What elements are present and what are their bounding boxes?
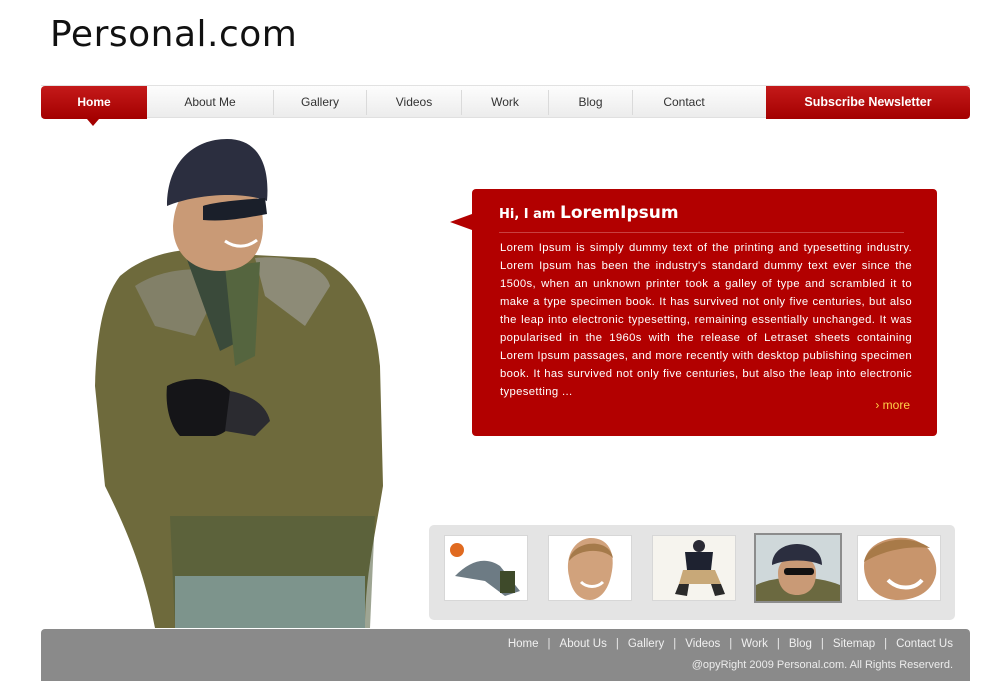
footer-separator: | — [776, 638, 780, 650]
man-in-hat-thumbnail-image — [756, 535, 840, 601]
subscribe-newsletter-button[interactable]: Subscribe Newsletter — [766, 86, 970, 119]
footer-link-sitemap[interactable]: Sitemap — [833, 638, 875, 650]
intro-greeting: Hi, I am — [499, 207, 556, 222]
footer-link-home[interactable]: Home — [508, 638, 539, 650]
footer-separator: | — [615, 638, 619, 650]
intro-box: Hi, I am LoremIpsum Lorem Ipsum is simpl… — [450, 189, 937, 436]
laughing-man-thumbnail-image — [858, 536, 940, 600]
thumbnail-smiling-man[interactable] — [548, 535, 632, 601]
thumbnail-laughing-man[interactable] — [857, 535, 941, 601]
footer-link-blog[interactable]: Blog — [789, 638, 812, 650]
hero-person-illustration — [95, 139, 383, 628]
intro-body-text: Lorem Ipsum is simply dummy text of the … — [500, 242, 912, 398]
footer-links: Home | About Us | Gallery | Videos | Work | Blog | S… — [508, 638, 953, 650]
gallery-thumbnails — [429, 525, 955, 620]
hero-person-image — [75, 136, 410, 628]
intro-divider — [499, 232, 904, 233]
site-logo[interactable]: Personal.com — [50, 14, 297, 55]
footer-link-about-us[interactable]: About Us — [560, 638, 607, 650]
nav-contact[interactable]: Contact — [633, 86, 735, 119]
nav-videos[interactable]: Videos — [367, 86, 461, 119]
footer-copyright: @opyRight 2009 Personal.com. All Rights … — [691, 659, 953, 671]
footer-link-gallery[interactable]: Gallery — [628, 638, 664, 650]
footer-separator: | — [729, 638, 733, 650]
intro-pointer — [450, 214, 472, 230]
nav-work[interactable]: Work — [462, 86, 548, 119]
footer-link-contact-us[interactable]: Contact Us — [896, 638, 953, 650]
footer-link-work[interactable]: Work — [741, 638, 768, 650]
footer-separator: | — [820, 638, 824, 650]
intro-title: Hi, I am LoremIpsum — [499, 203, 679, 223]
smiling-man-thumbnail-image — [549, 536, 631, 600]
nav-home[interactable]: Home — [41, 86, 147, 126]
footer-link-videos[interactable]: Videos — [685, 638, 720, 650]
footer-separator: | — [547, 638, 551, 650]
footer-separator: | — [673, 638, 677, 650]
thumbnail-man-in-hat[interactable] — [754, 533, 842, 603]
footer-separator: | — [884, 638, 888, 650]
nav-gallery[interactable]: Gallery — [274, 86, 366, 119]
nav-about-me[interactable]: About Me — [147, 86, 273, 119]
thumbnail-snowboarder[interactable] — [444, 535, 528, 601]
main-nav: Home About Me Gallery Videos Work Blog C… — [41, 85, 970, 126]
snowboarder-thumbnail-image — [445, 536, 527, 600]
thumbnail-jumping-man[interactable] — [652, 535, 736, 601]
nav-blog[interactable]: Blog — [549, 86, 632, 119]
more-link[interactable]: › more — [875, 398, 910, 412]
footer: Home | About Us | Gallery | Videos | Work | Blog | S… — [41, 629, 970, 681]
intro-name: LoremIpsum — [560, 203, 679, 223]
jumping-man-thumbnail-image — [653, 536, 735, 600]
